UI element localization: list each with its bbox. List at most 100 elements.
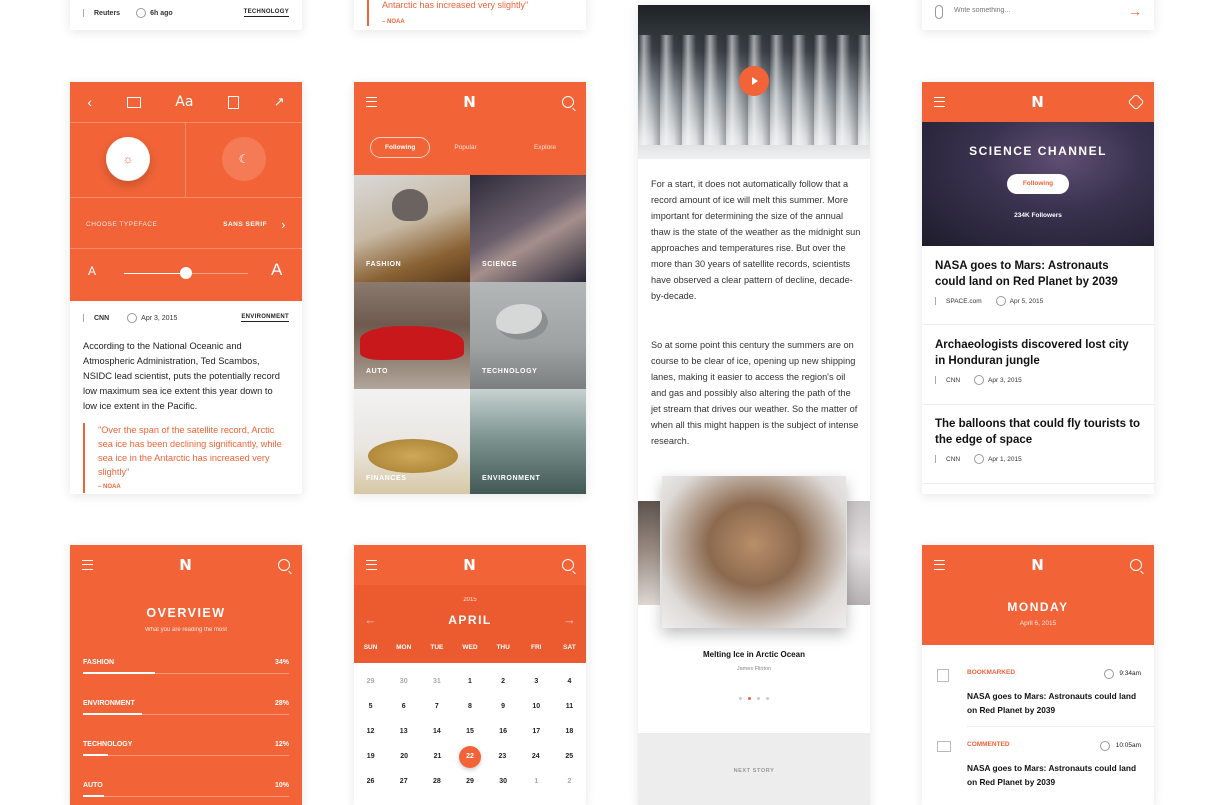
follow-button[interactable]: Following (1007, 174, 1069, 194)
calendar-day[interactable]: 24 (524, 753, 548, 760)
calendar-week: 26 27 28 29 30 1 2 (354, 769, 586, 794)
activity-title[interactable]: NASA goes to Mars: Astronauts could land… (967, 761, 1145, 789)
tab-following[interactable]: Following (370, 137, 431, 158)
font-size-slider[interactable] (124, 267, 248, 279)
calendar-day-outside[interactable]: 2 (557, 778, 581, 785)
calendar-day[interactable]: 30 (491, 778, 515, 785)
calendar-day[interactable]: 18 (557, 728, 581, 735)
dot[interactable] (739, 697, 742, 700)
calendar-day[interactable]: 29 (458, 778, 482, 785)
next-month-arrow-icon[interactable]: → (563, 612, 576, 627)
share-icon[interactable]: ↗ (274, 94, 285, 110)
slider-fill (124, 273, 186, 274)
category-tag[interactable]: TECHNOLOGY (243, 9, 289, 17)
dot-active[interactable] (748, 697, 751, 700)
comment-icon[interactable] (126, 96, 141, 108)
activity-item-1[interactable]: BOOKMARKED 9:34am NASA goes to Mars: Ast… (922, 663, 1154, 723)
calendar-day-selected[interactable]: 22 (458, 745, 481, 768)
calendar-day-outside[interactable]: 1 (524, 778, 548, 785)
news-item-1[interactable]: NASA goes to Mars: Astronauts could land… (935, 258, 1141, 306)
tile-fashion[interactable]: FASHION (354, 175, 470, 282)
calendar-day[interactable]: 21 (426, 753, 450, 760)
news-title[interactable]: Archaeologists discovered lost city in H… (935, 337, 1141, 369)
font-size-icon[interactable]: Aa (175, 94, 193, 110)
news-title[interactable]: The balloons that could fly tourists to … (935, 416, 1141, 448)
calendar-day[interactable]: 28 (425, 778, 449, 785)
overview-row[interactable]: ENVIRONMENT 28% (83, 700, 289, 715)
calendar-day-outside[interactable]: 29 (359, 678, 383, 685)
calendar-day[interactable]: 8 (458, 703, 482, 710)
calendar-day[interactable]: 9 (491, 703, 515, 710)
calendar-day[interactable]: 11 (557, 703, 581, 710)
back-arrow-icon[interactable]: ‹ (87, 94, 92, 110)
calendar-day[interactable]: 26 (359, 778, 383, 785)
dark-mode-button[interactable]: ☾ (222, 137, 266, 181)
next-story-bar[interactable]: NEXT STORY (638, 733, 870, 805)
calendar-day[interactable]: 20 (392, 753, 416, 760)
send-arrow-icon[interactable]: → (1128, 4, 1142, 18)
calendar-day[interactable]: 12 (359, 728, 383, 735)
menu-icon[interactable] (366, 560, 377, 570)
search-icon[interactable] (1130, 559, 1142, 571)
tile-auto[interactable]: AUTO (354, 282, 470, 389)
calendar-day[interactable]: 27 (392, 778, 416, 785)
calendar-day[interactable]: 19 (359, 753, 383, 760)
overview-row-track (83, 755, 289, 756)
calendar-day[interactable]: 14 (425, 728, 449, 735)
activity-title[interactable]: NASA goes to Mars: Astronauts could land… (967, 689, 1145, 717)
gallery-prev-photo[interactable] (638, 501, 660, 605)
search-icon[interactable] (562, 96, 574, 108)
typeface-selector[interactable]: CHOOSE TYPEFACE SANS SERIF › (86, 217, 286, 232)
news-item-2[interactable]: Archaeologists discovered lost city in H… (935, 337, 1141, 385)
category-tag[interactable]: ENVIRONMENT (241, 314, 289, 322)
slider-handle[interactable] (180, 267, 192, 279)
calendar-day[interactable]: 10 (524, 703, 548, 710)
calendar-day[interactable]: 17 (524, 728, 548, 735)
tile-technology[interactable]: TECHNOLOGY (470, 282, 586, 389)
calendar-day[interactable]: 16 (491, 728, 515, 735)
menu-icon[interactable] (934, 560, 945, 570)
play-button[interactable] (739, 66, 769, 96)
settings-icon[interactable] (1127, 93, 1145, 111)
calendar-day[interactable]: 7 (425, 703, 449, 710)
tile-environment[interactable]: ENVIRONMENT (470, 389, 586, 494)
search-icon[interactable] (562, 559, 574, 571)
gallery-main-photo[interactable] (662, 476, 846, 628)
next-story-label: NEXT STORY (733, 768, 775, 774)
dot[interactable] (766, 697, 769, 700)
calendar-day-outside[interactable]: 31 (425, 678, 449, 685)
gallery-next-photo[interactable] (847, 501, 870, 605)
calendar-day[interactable]: 13 (392, 728, 416, 735)
calendar-day[interactable]: 15 (458, 728, 482, 735)
bookmark-icon[interactable] (228, 95, 240, 109)
calendar-day[interactable]: 5 (359, 703, 383, 710)
activity-item-2[interactable]: COMMENTED 10:05am NASA goes to Mars: Ast… (922, 735, 1154, 795)
calendar-day-outside[interactable]: 30 (392, 678, 416, 685)
paperclip-icon[interactable] (935, 5, 943, 19)
tile-finances[interactable]: FINANCES (354, 389, 470, 494)
menu-icon[interactable] (366, 97, 377, 107)
news-title[interactable]: NASA goes to Mars: Astronauts could land… (935, 258, 1141, 290)
calendar-day[interactable]: 4 (557, 678, 581, 685)
menu-icon[interactable] (934, 97, 945, 107)
calendar-day[interactable]: 3 (524, 678, 548, 685)
news-item-3[interactable]: The balloons that could fly tourists to … (935, 416, 1141, 464)
tile-science[interactable]: SCIENCE (470, 175, 586, 282)
calendar-day[interactable]: 2 (491, 678, 515, 685)
menu-icon[interactable] (82, 560, 93, 570)
calendar-day[interactable]: 1 (458, 678, 482, 685)
hero-video[interactable] (638, 5, 870, 159)
dot[interactable] (757, 697, 760, 700)
tab-popular[interactable]: Popular (454, 144, 476, 151)
photo-gallery[interactable] (638, 476, 870, 641)
calendar-day[interactable]: 23 (490, 753, 514, 760)
search-icon[interactable] (278, 559, 290, 571)
comment-input[interactable] (952, 6, 1106, 15)
overview-row[interactable]: AUTO 10% (83, 782, 289, 797)
calendar-day[interactable]: 25 (557, 753, 581, 760)
overview-row[interactable]: TECHNOLOGY 12% (83, 741, 289, 756)
tab-explore[interactable]: Explore (534, 144, 556, 151)
overview-row[interactable]: FASHION 34% (83, 659, 289, 674)
light-mode-button[interactable]: ☼ (106, 137, 150, 181)
calendar-day[interactable]: 6 (392, 703, 416, 710)
